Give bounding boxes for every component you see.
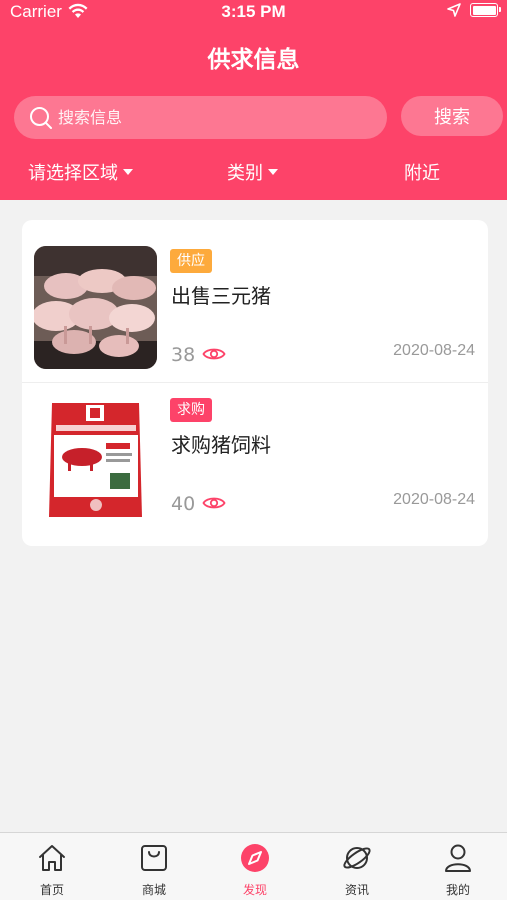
region-filter[interactable]: 请选择区域 bbox=[28, 160, 133, 200]
region-filter-label: 请选择区域 bbox=[28, 163, 118, 184]
page-title: 供求信息 bbox=[207, 47, 300, 73]
item-title: 求购猪饲料 bbox=[171, 433, 271, 457]
item-image-pigs bbox=[34, 246, 157, 369]
eye-icon bbox=[202, 497, 226, 509]
info-list: 供应 出售三元猪 38 2020-08-24 求购 求购猪饲料 40 2020-… bbox=[22, 220, 488, 546]
tab-label: 发现 bbox=[242, 883, 267, 897]
eye-icon bbox=[202, 348, 226, 360]
battery-icon bbox=[470, 3, 501, 17]
search-box[interactable] bbox=[14, 96, 387, 139]
list-item[interactable]: 供应 出售三元猪 38 2020-08-24 bbox=[22, 220, 488, 383]
status-time: 3:15 PM bbox=[221, 2, 286, 21]
tab-label: 我的 bbox=[445, 883, 470, 897]
user-icon bbox=[445, 844, 471, 872]
search-icon bbox=[30, 107, 52, 129]
item-date: 2020-08-24 bbox=[393, 491, 475, 508]
caret-down-icon bbox=[268, 169, 278, 175]
item-title: 出售三元猪 bbox=[171, 284, 271, 308]
search-input[interactable] bbox=[58, 96, 378, 139]
tab-label: 商城 bbox=[141, 883, 166, 897]
caret-down-icon bbox=[123, 169, 133, 175]
compass-icon bbox=[241, 844, 269, 872]
filter-bar: 请选择区域 类别 附近 bbox=[5, 160, 503, 200]
item-image-feed-bag bbox=[34, 397, 157, 520]
status-bar: Carrier 3:15 PM bbox=[0, 0, 507, 24]
nearby-filter[interactable]: 附近 bbox=[404, 160, 440, 200]
category-filter-label: 类别 bbox=[227, 163, 263, 184]
item-date: 2020-08-24 bbox=[393, 342, 475, 359]
tab-news[interactable]: 资讯 bbox=[327, 841, 387, 897]
home-icon bbox=[39, 845, 65, 871]
tab-label: 首页 bbox=[39, 883, 64, 897]
tab-label: 资讯 bbox=[344, 883, 369, 897]
tab-mall[interactable]: 商城 bbox=[124, 841, 184, 897]
view-count: 40 bbox=[171, 493, 196, 515]
tab-home[interactable]: 首页 bbox=[22, 841, 82, 897]
supply-tag: 供应 bbox=[170, 249, 212, 273]
category-filter[interactable]: 类别 bbox=[227, 160, 278, 200]
header: Carrier 3:15 PM 供求信息 搜索 请选择区域 类别 附近 bbox=[0, 0, 507, 200]
view-count: 38 bbox=[171, 344, 196, 366]
demand-tag: 求购 bbox=[170, 398, 212, 422]
tab-profile[interactable]: 我的 bbox=[428, 841, 488, 897]
planet-icon bbox=[343, 847, 371, 869]
tab-bar: 首页 商城 发现 资讯 我的 bbox=[0, 832, 507, 900]
search-button[interactable]: 搜索 bbox=[401, 96, 503, 136]
nearby-filter-label: 附近 bbox=[404, 163, 440, 184]
tab-discover[interactable]: 发现 bbox=[225, 841, 285, 897]
location-arrow-icon bbox=[447, 3, 461, 17]
shopping-bag-icon bbox=[141, 845, 167, 871]
list-item[interactable]: 求购 求购猪饲料 40 2020-08-24 bbox=[22, 383, 488, 546]
